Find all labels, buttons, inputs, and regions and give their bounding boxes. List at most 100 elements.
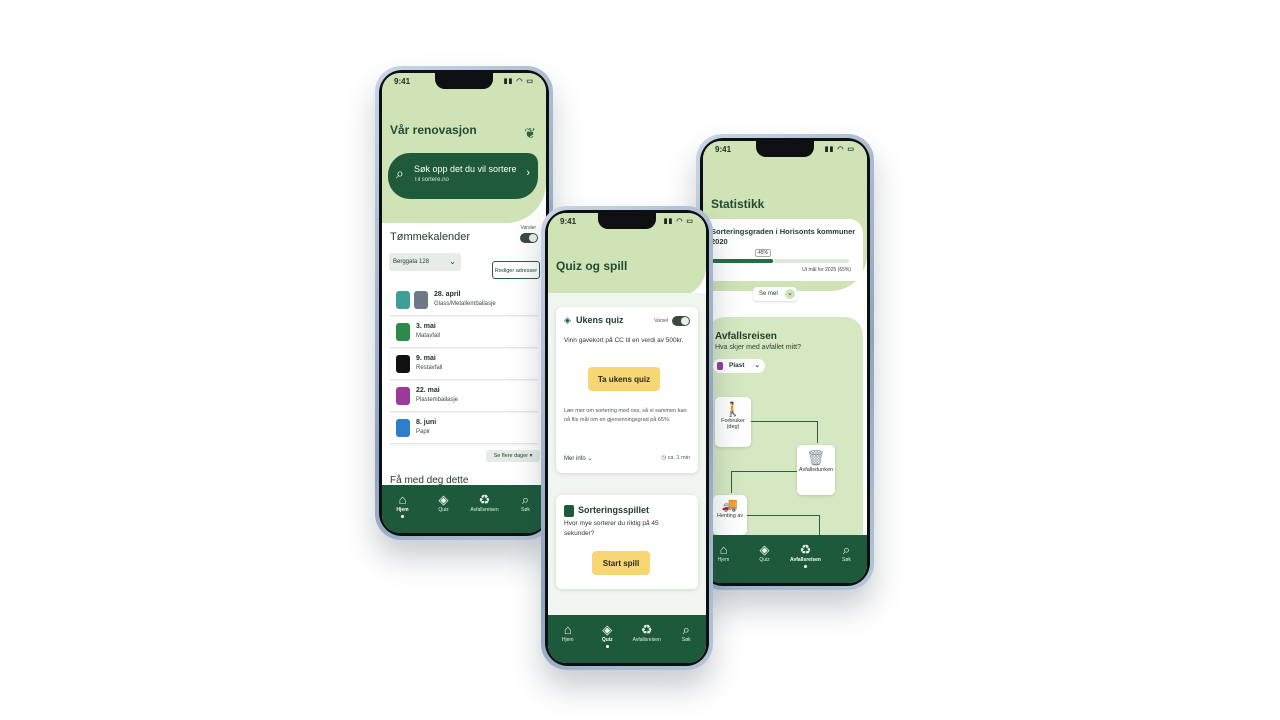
address-select[interactable]: Berggata 128 ⌄ bbox=[389, 253, 461, 271]
status-icons: ▮▮ ◠ ▭ bbox=[824, 146, 855, 153]
search-icon: ⌕ bbox=[396, 165, 404, 181]
chevron-down-icon: ⌄ bbox=[449, 257, 456, 266]
status-icons: ▮▮ ◠ ▭ bbox=[663, 218, 694, 225]
event-date: 28. april bbox=[434, 291, 461, 298]
tab-quiz[interactable]: ◈ Quiz bbox=[428, 492, 460, 514]
material-select[interactable]: Plast ⌄ bbox=[713, 359, 765, 373]
more-info-link[interactable]: Mer info ⌄ bbox=[564, 455, 592, 462]
event-type: Glass/Metallemballasje bbox=[434, 301, 496, 307]
tab-search[interactable]: ⌕ Søk bbox=[510, 492, 542, 514]
active-indicator bbox=[804, 565, 807, 568]
tab-home[interactable]: ⌂ Hjem bbox=[387, 493, 419, 518]
residual-waste-icon bbox=[396, 355, 410, 373]
clock-icon: ◷ bbox=[661, 455, 667, 461]
quiz-screen: 9:41 ▮▮ ◠ ▭ Quiz og spill ◈ Ukens quiz V… bbox=[548, 213, 706, 663]
chevron-right-icon: › bbox=[526, 167, 530, 179]
quiz-info: Lær mer om sortering med oss, så vi samm… bbox=[564, 408, 687, 423]
flow-node-label: Henting av bbox=[716, 513, 744, 519]
journey-subtitle: Hva skjer med avfallet mitt? bbox=[715, 344, 801, 351]
tab-label: Hjem bbox=[396, 507, 409, 513]
page-title: Statistikk bbox=[711, 197, 765, 211]
status-time: 9:41 bbox=[560, 217, 577, 226]
phone-quiz: 9:41 ▮▮ ◠ ▭ Quiz og spill ◈ Ukens quiz V… bbox=[541, 206, 713, 670]
tab-avfallsreisen[interactable]: ♻ Avfallsreisen bbox=[790, 543, 822, 568]
status-icons: ▮▮ ◠ ▭ bbox=[503, 78, 534, 85]
tab-label: Avfallsreisen bbox=[790, 557, 821, 563]
leaf-icon[interactable]: ❦ bbox=[524, 125, 536, 142]
flow-node-label: Forbruker (deg) bbox=[721, 418, 745, 430]
person-icon: 🚶 bbox=[724, 401, 742, 417]
tab-label: Avfallsreisen bbox=[632, 637, 661, 643]
event-list: 28. april Glass/Metallemballasje 3. mai … bbox=[386, 285, 542, 455]
take-quiz-button[interactable]: Ta ukens quiz bbox=[588, 367, 660, 391]
event-row[interactable]: 3. mai Matavfall bbox=[390, 317, 538, 348]
flow-connector bbox=[731, 471, 732, 493]
weekly-quiz-card: ◈ Ukens quiz Varsel Vinn gavekort på CC … bbox=[556, 307, 698, 473]
flow-node-pickup[interactable]: 🚚 Henting av bbox=[713, 495, 747, 535]
flow-connector bbox=[819, 515, 820, 535]
material-value: Plast bbox=[729, 362, 745, 369]
event-row[interactable]: 9. mai Restavfall bbox=[390, 349, 538, 380]
event-type: Papir bbox=[416, 429, 431, 435]
event-row[interactable]: 8. juni Papir bbox=[390, 413, 538, 444]
event-date: 3. mai bbox=[416, 323, 436, 330]
chevron-down-icon: ⌄ bbox=[754, 362, 760, 369]
search-banner-sub: Til sortere.no bbox=[414, 177, 449, 183]
search-icon: ⌕ bbox=[842, 542, 851, 557]
see-more-button[interactable]: Se mer ⌄ bbox=[753, 287, 797, 301]
active-indicator bbox=[605, 645, 609, 648]
status-time: 9:41 bbox=[715, 145, 732, 154]
event-date: 8. juni bbox=[416, 419, 437, 426]
tab-search[interactable]: ⌕ Søk bbox=[831, 542, 863, 564]
tab-search[interactable]: ⌕ Søk bbox=[670, 622, 702, 644]
tab-avfallsreisen[interactable]: ♻ Avfallsreisen bbox=[469, 492, 501, 514]
quiz-title: Ukens quiz bbox=[576, 315, 624, 325]
event-row[interactable]: 22. mai Plastemballasje bbox=[390, 381, 538, 412]
flow-node-bin[interactable]: 🗑 Avfallsdunken bbox=[797, 445, 835, 495]
tab-quiz[interactable]: ◈ Quiz bbox=[591, 623, 623, 648]
search-icon: ⌕ bbox=[682, 622, 690, 637]
quiz-duration: ◷ ca. 1 min bbox=[661, 455, 690, 461]
chevron-down-icon: ⌄ bbox=[785, 289, 795, 299]
page-title: Vår renovasjon bbox=[390, 123, 477, 137]
start-game-button[interactable]: Start spill bbox=[592, 551, 650, 575]
home-screen: 9:41 ▮▮ ◠ ▭ Vår renovasjon ❦ ⌕ Søk opp d… bbox=[382, 73, 546, 533]
see-more-label: Se mer bbox=[759, 291, 779, 297]
plastic-waste-icon bbox=[396, 387, 410, 405]
caret-down-icon: ▾ bbox=[529, 453, 533, 459]
trash-bin-icon: 🗑 bbox=[806, 450, 826, 467]
recycle-icon: ♻ bbox=[799, 542, 812, 557]
quiz-notification-toggle[interactable] bbox=[672, 316, 690, 326]
event-row[interactable]: 28. april Glass/Metallemballasje bbox=[390, 285, 538, 316]
notification-toggle[interactable] bbox=[520, 233, 538, 243]
graduation-cap-icon: ◈ bbox=[602, 622, 613, 637]
see-more-days-button[interactable]: Se flere dager ▾ bbox=[486, 450, 540, 462]
progress-fill bbox=[711, 259, 774, 263]
more-info-label: Mer info bbox=[564, 456, 586, 462]
tab-bar: ⌂ Hjem ◈ Quiz ♻ Avfallsreisen ⌕ Søk bbox=[703, 535, 867, 583]
flow-connector bbox=[817, 421, 818, 443]
recycle-icon: ♻ bbox=[640, 622, 653, 637]
stat-title: Sorteringsgraden i Horisonts kommuner 20… bbox=[711, 227, 856, 246]
search-banner[interactable]: ⌕ Søk opp det du vil sortere Til sortere… bbox=[388, 153, 538, 199]
quiz-prize: Vinn gavekort på CC til en verdi av 500k… bbox=[564, 337, 684, 344]
search-icon: ⌕ bbox=[521, 492, 530, 507]
tab-label: Quiz bbox=[601, 637, 613, 643]
notification-toggle-label: Varsler bbox=[520, 225, 536, 231]
event-type: Restavfall bbox=[416, 365, 443, 371]
tab-home[interactable]: ⌂ Hjem bbox=[552, 623, 584, 644]
sorting-game-card: Sorteringsspillet Hvor mye sorterer du r… bbox=[556, 495, 698, 589]
search-banner-title: Søk opp det du vil sortere bbox=[414, 164, 517, 174]
recycle-icon: ♻ bbox=[478, 492, 491, 507]
flow-node-consumer[interactable]: 🚶 Forbruker (deg) bbox=[715, 397, 751, 447]
flow-node-label: Avfallsdunken bbox=[798, 467, 834, 473]
graduation-cap-icon: ◈ bbox=[438, 492, 449, 507]
tab-avfallsreisen[interactable]: ♻ Avfallsreisen bbox=[631, 622, 663, 644]
duration-label: ca. 1 min bbox=[667, 455, 690, 461]
metal-bin-icon bbox=[414, 291, 428, 309]
tab-label: Søk bbox=[842, 557, 851, 563]
flow-connector bbox=[747, 515, 819, 516]
paper-waste-icon bbox=[396, 419, 410, 437]
tab-quiz[interactable]: ◈ Quiz bbox=[749, 543, 781, 564]
edit-address-button[interactable]: Rediger adresser bbox=[492, 261, 540, 279]
